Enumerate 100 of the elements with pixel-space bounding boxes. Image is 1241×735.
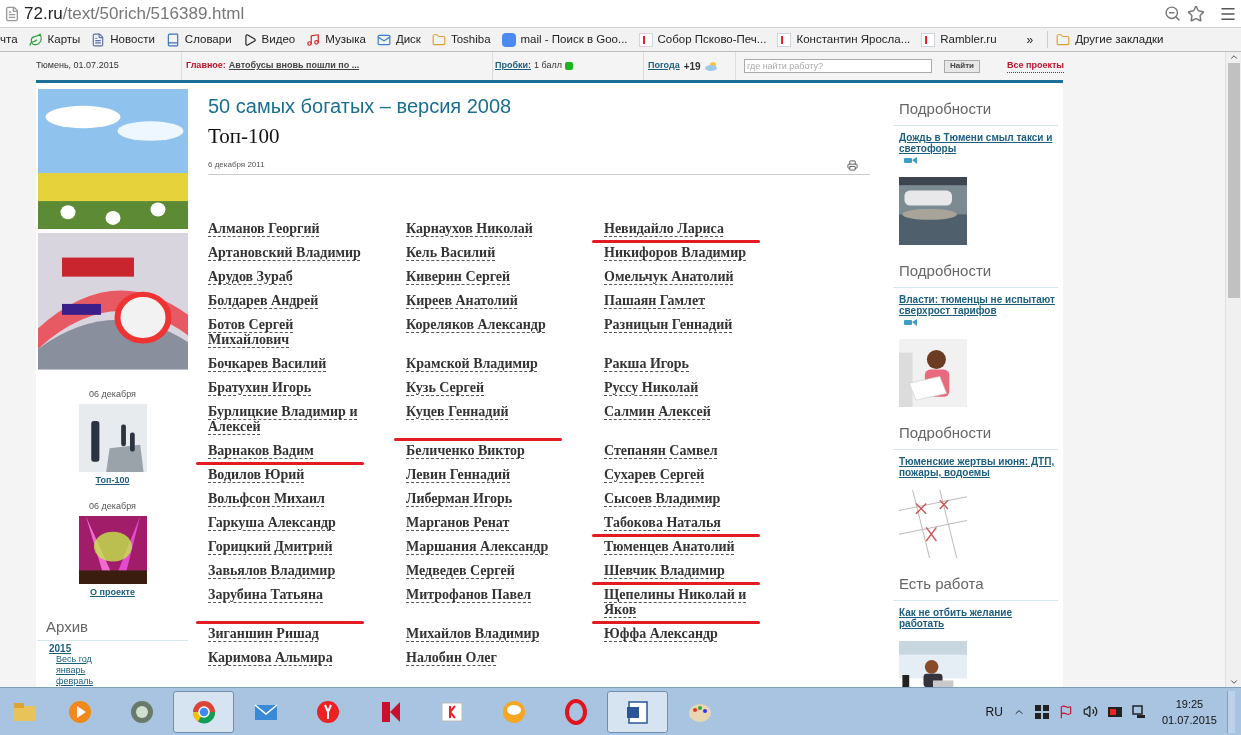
battery-icon[interactable]	[1107, 706, 1122, 717]
weather-link[interactable]: Погода	[648, 59, 680, 73]
zoom-out-icon[interactable]	[1164, 5, 1181, 22]
person-link[interactable]: Салмин Алексей	[604, 404, 711, 419]
person-link[interactable]: Кузь Сергей	[406, 380, 485, 395]
bookmark[interactable]: Диск	[376, 30, 421, 49]
person-link[interactable]: Куцев Геннадий	[406, 404, 509, 419]
bookmark[interactable]: Музыка	[306, 30, 366, 49]
archive-year-link[interactable]: 2015	[49, 643, 188, 654]
person-link[interactable]: Зиганшин Ришад	[208, 626, 319, 641]
person-link[interactable]: Пашаян Гамлет	[604, 293, 705, 308]
address-field[interactable]: 72.ru/text/50rich/516389.html	[24, 0, 245, 27]
archive-month-link[interactable]: февраль	[49, 676, 188, 687]
news-link[interactable]: Дождь в Тюмени смыл такси и светофоры	[899, 132, 1056, 154]
search-field[interactable]: где найти работу?	[744, 59, 932, 73]
archive-month-link[interactable]: Весь год	[49, 654, 188, 665]
clock-date[interactable]: 01.07.2015	[1161, 711, 1217, 728]
teaser-link[interactable]: О проекте	[90, 586, 135, 600]
clock-time[interactable]: 19:25	[1175, 695, 1204, 712]
main-news-link[interactable]: Автобусы вновь пошли по ...	[228, 59, 360, 73]
person-link[interactable]: Братухин Игорь	[208, 380, 312, 395]
scroll-thumb[interactable]	[1227, 63, 1240, 298]
news-link[interactable]: Тюменские жертвы июня: ДТП, пожары, водоемы	[899, 456, 1056, 478]
network-icon[interactable]	[1131, 704, 1146, 719]
search-button[interactable]: Найти	[944, 59, 980, 73]
bookmark[interactable]: Константин Яросла...	[777, 30, 911, 49]
archive-month-link[interactable]: январь	[49, 665, 188, 676]
person-link[interactable]: Крамской Владимир	[406, 356, 538, 371]
person-link[interactable]: Медведев Сергей	[406, 563, 515, 578]
person-link[interactable]: Бурлицкие Владимир и Алексей	[208, 404, 372, 434]
bookmark[interactable]: Rambler.ru	[921, 30, 997, 49]
person-link[interactable]: Зарубина Татьяна	[208, 587, 323, 602]
person-link[interactable]: Карнаухов Николай	[406, 221, 533, 236]
person-link[interactable]: Щепелины Николай и Яков	[604, 587, 768, 617]
person-link[interactable]: Маршания Александр	[406, 539, 549, 554]
person-link[interactable]: Киверин Сергей	[406, 269, 511, 284]
more-bookmarks-button[interactable]: »	[1026, 30, 1034, 49]
person-link[interactable]: Арудов Зураб	[208, 269, 293, 284]
show-desktop-button[interactable]	[1227, 690, 1235, 733]
person-link[interactable]: Омельчук Анатолий	[604, 269, 734, 284]
person-link[interactable]: Левин Геннадий	[406, 467, 511, 482]
taskbar-button[interactable]	[173, 690, 234, 733]
person-link[interactable]: Налобин Олег	[406, 650, 497, 665]
person-link[interactable]: Руссу Николай	[604, 380, 699, 395]
bookmark[interactable]: чта	[0, 30, 18, 49]
scrollbar[interactable]	[1225, 52, 1241, 687]
taskbar-button[interactable]	[607, 690, 668, 733]
windows-logo-icon[interactable]	[1034, 704, 1049, 719]
traffic-link[interactable]: Пробки:	[495, 59, 532, 73]
person-link[interactable]: Болдарев Андрей	[208, 293, 319, 308]
person-link[interactable]: Либерман Игорь	[406, 491, 513, 506]
news-link[interactable]: Как не отбить желание работать	[899, 607, 1056, 629]
teaser-link[interactable]: Топ-100	[95, 474, 130, 488]
printer-icon[interactable]	[847, 159, 858, 171]
person-link[interactable]: Гаркуша Александр	[208, 515, 336, 530]
language-indicator[interactable]: RU	[985, 702, 1003, 721]
all-projects-link[interactable]: Все проекты	[1007, 58, 1065, 74]
person-link[interactable]: Табокова Наталья	[604, 515, 721, 530]
person-link[interactable]: Марганов Ренат	[406, 515, 510, 530]
person-link[interactable]: Водилов Юрий	[208, 467, 305, 482]
news-link[interactable]: Власти: тюменцы не испытают сверхрост тарифов	[899, 294, 1056, 316]
person-link[interactable]: Шевчик Владимир	[604, 563, 725, 578]
person-link[interactable]: Сысоев Владимир	[604, 491, 721, 506]
person-link[interactable]: Киреев Анатолий	[406, 293, 518, 308]
bookmark[interactable]: Новости	[91, 30, 155, 49]
bookmark[interactable]: Карты	[28, 30, 81, 49]
bookmark[interactable]: Toshiba	[431, 30, 491, 49]
person-link[interactable]: Кель Василий	[406, 245, 496, 260]
bookmark[interactable]: Другие закладки	[1047, 30, 1164, 49]
bookmark[interactable]: Видео	[242, 30, 296, 49]
bookmark[interactable]: Собор Псково-Печ...	[638, 30, 767, 49]
person-link[interactable]: Степанян Самвел	[604, 443, 718, 458]
person-link[interactable]: Варнаков Вадим	[208, 443, 314, 458]
person-link[interactable]: Вольфсон Михаил	[208, 491, 325, 506]
person-link[interactable]: Горицкий Дмитрий	[208, 539, 333, 554]
person-link[interactable]: Митрофанов Павел	[406, 587, 532, 602]
scroll-up-icon[interactable]	[1228, 52, 1239, 62]
person-link[interactable]: Сухарев Сергей	[604, 467, 705, 482]
person-link[interactable]: Завьялов Владимир	[208, 563, 336, 578]
star-icon[interactable]	[1187, 4, 1205, 23]
person-link[interactable]: Никифоров Владимир	[604, 245, 746, 260]
scroll-down-icon[interactable]	[1228, 677, 1239, 687]
person-link[interactable]: Невидайло Лариса	[604, 221, 724, 236]
person-link[interactable]: Ракша Игорь	[604, 356, 690, 371]
speaker-icon[interactable]	[1082, 704, 1098, 719]
person-link[interactable]: Кореляков Александр	[406, 317, 546, 332]
flag-icon[interactable]	[1058, 704, 1073, 719]
person-link[interactable]: Ботов Сергей Михайлович	[208, 317, 372, 347]
bookmark[interactable]: mail - Поиск в Goo...	[501, 30, 628, 49]
person-link[interactable]: Михайлов Владимир	[406, 626, 540, 641]
article-title: 50 самых богатых – версия 2008	[208, 94, 513, 119]
bookmark[interactable]: Словари	[165, 30, 232, 49]
person-link[interactable]: Бочкарев Василий	[208, 356, 327, 371]
person-link[interactable]: Тюменцев Анатолий	[604, 539, 735, 554]
person-link[interactable]: Беличенко Виктор	[406, 443, 525, 458]
person-link[interactable]: Каримова Альмира	[208, 650, 333, 665]
person-link[interactable]: Разницын Геннадий	[604, 317, 733, 332]
person-link[interactable]: Алманов Георгий	[208, 221, 320, 236]
person-link[interactable]: Артановский Владимир	[208, 245, 361, 260]
person-link[interactable]: Юффа Александр	[604, 626, 718, 641]
